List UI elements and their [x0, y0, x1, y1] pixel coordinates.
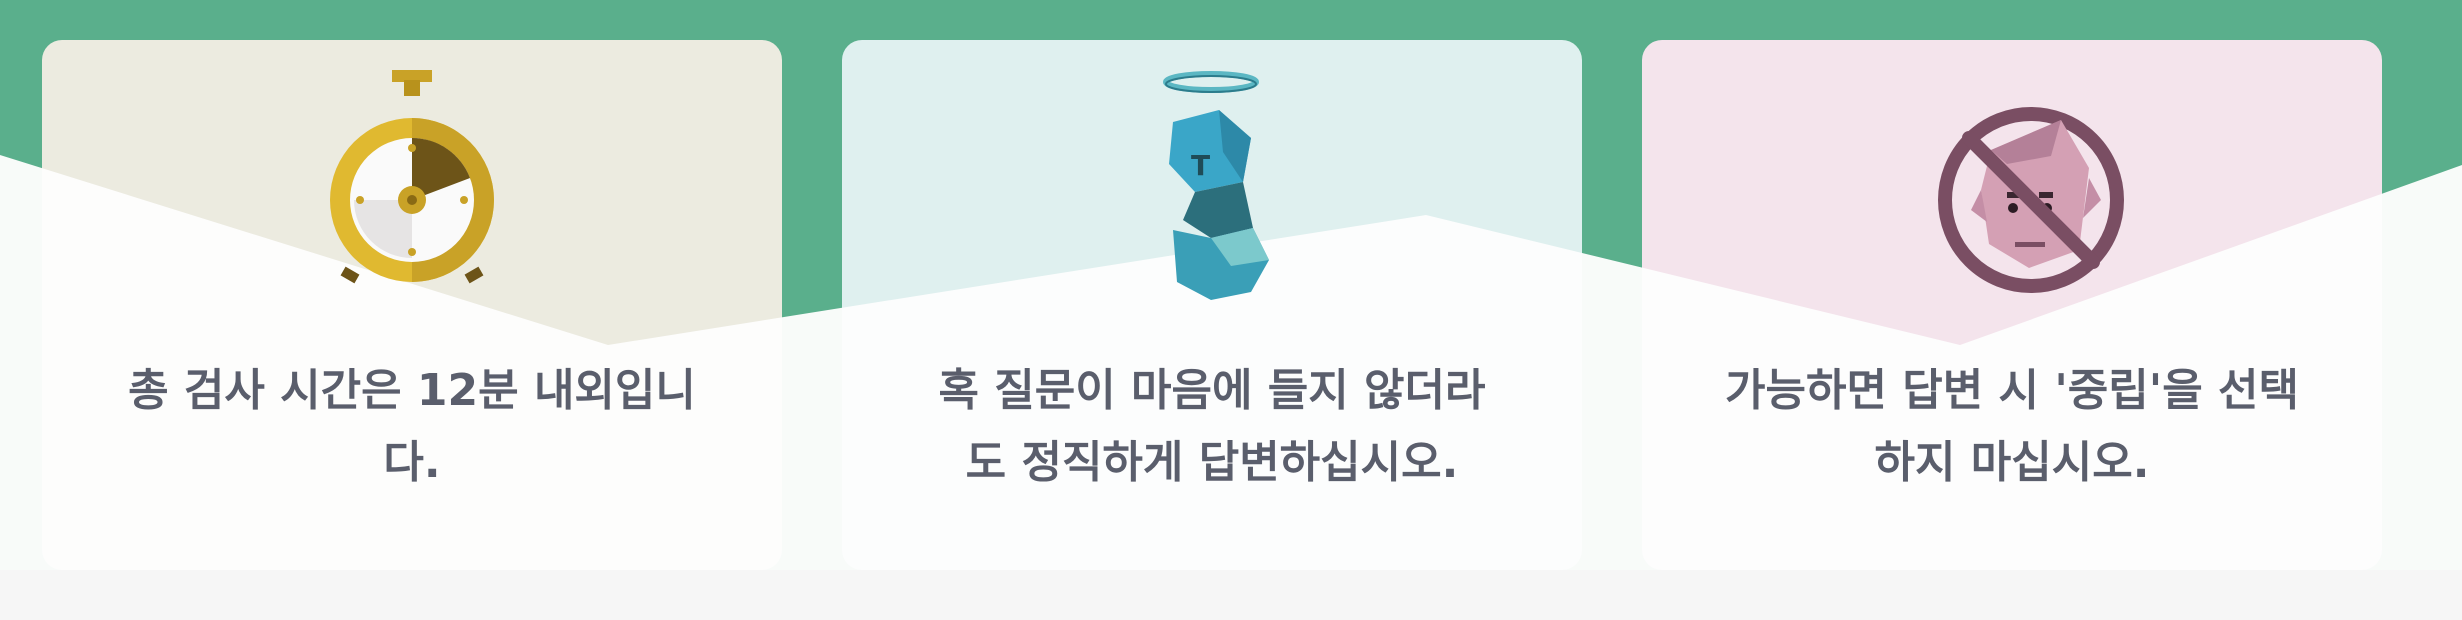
- angel-statue-icon: T: [1163, 71, 1269, 300]
- stopwatch-icon: [330, 70, 494, 284]
- card-text-time: 총 검사 시간은 12분 내외입니다.: [128, 365, 696, 488]
- instructions-banner: T 총 검사 시간은 12분 내외입니다. 혹 질문이 마음에 들지 않더라도 …: [0, 0, 2462, 620]
- svg-text:T: T: [1191, 149, 1210, 182]
- card-text-honesty: 혹 질문이 마음에 들지 않더라도 정직하게 답변하십시오.: [938, 365, 1486, 488]
- no-neutral-face-icon: [1938, 107, 2124, 293]
- card-text-neutral: 가능하면 답변 시 '중립'을 선택하지 마십시오.: [1725, 365, 2299, 488]
- bottom-band: [0, 570, 2462, 620]
